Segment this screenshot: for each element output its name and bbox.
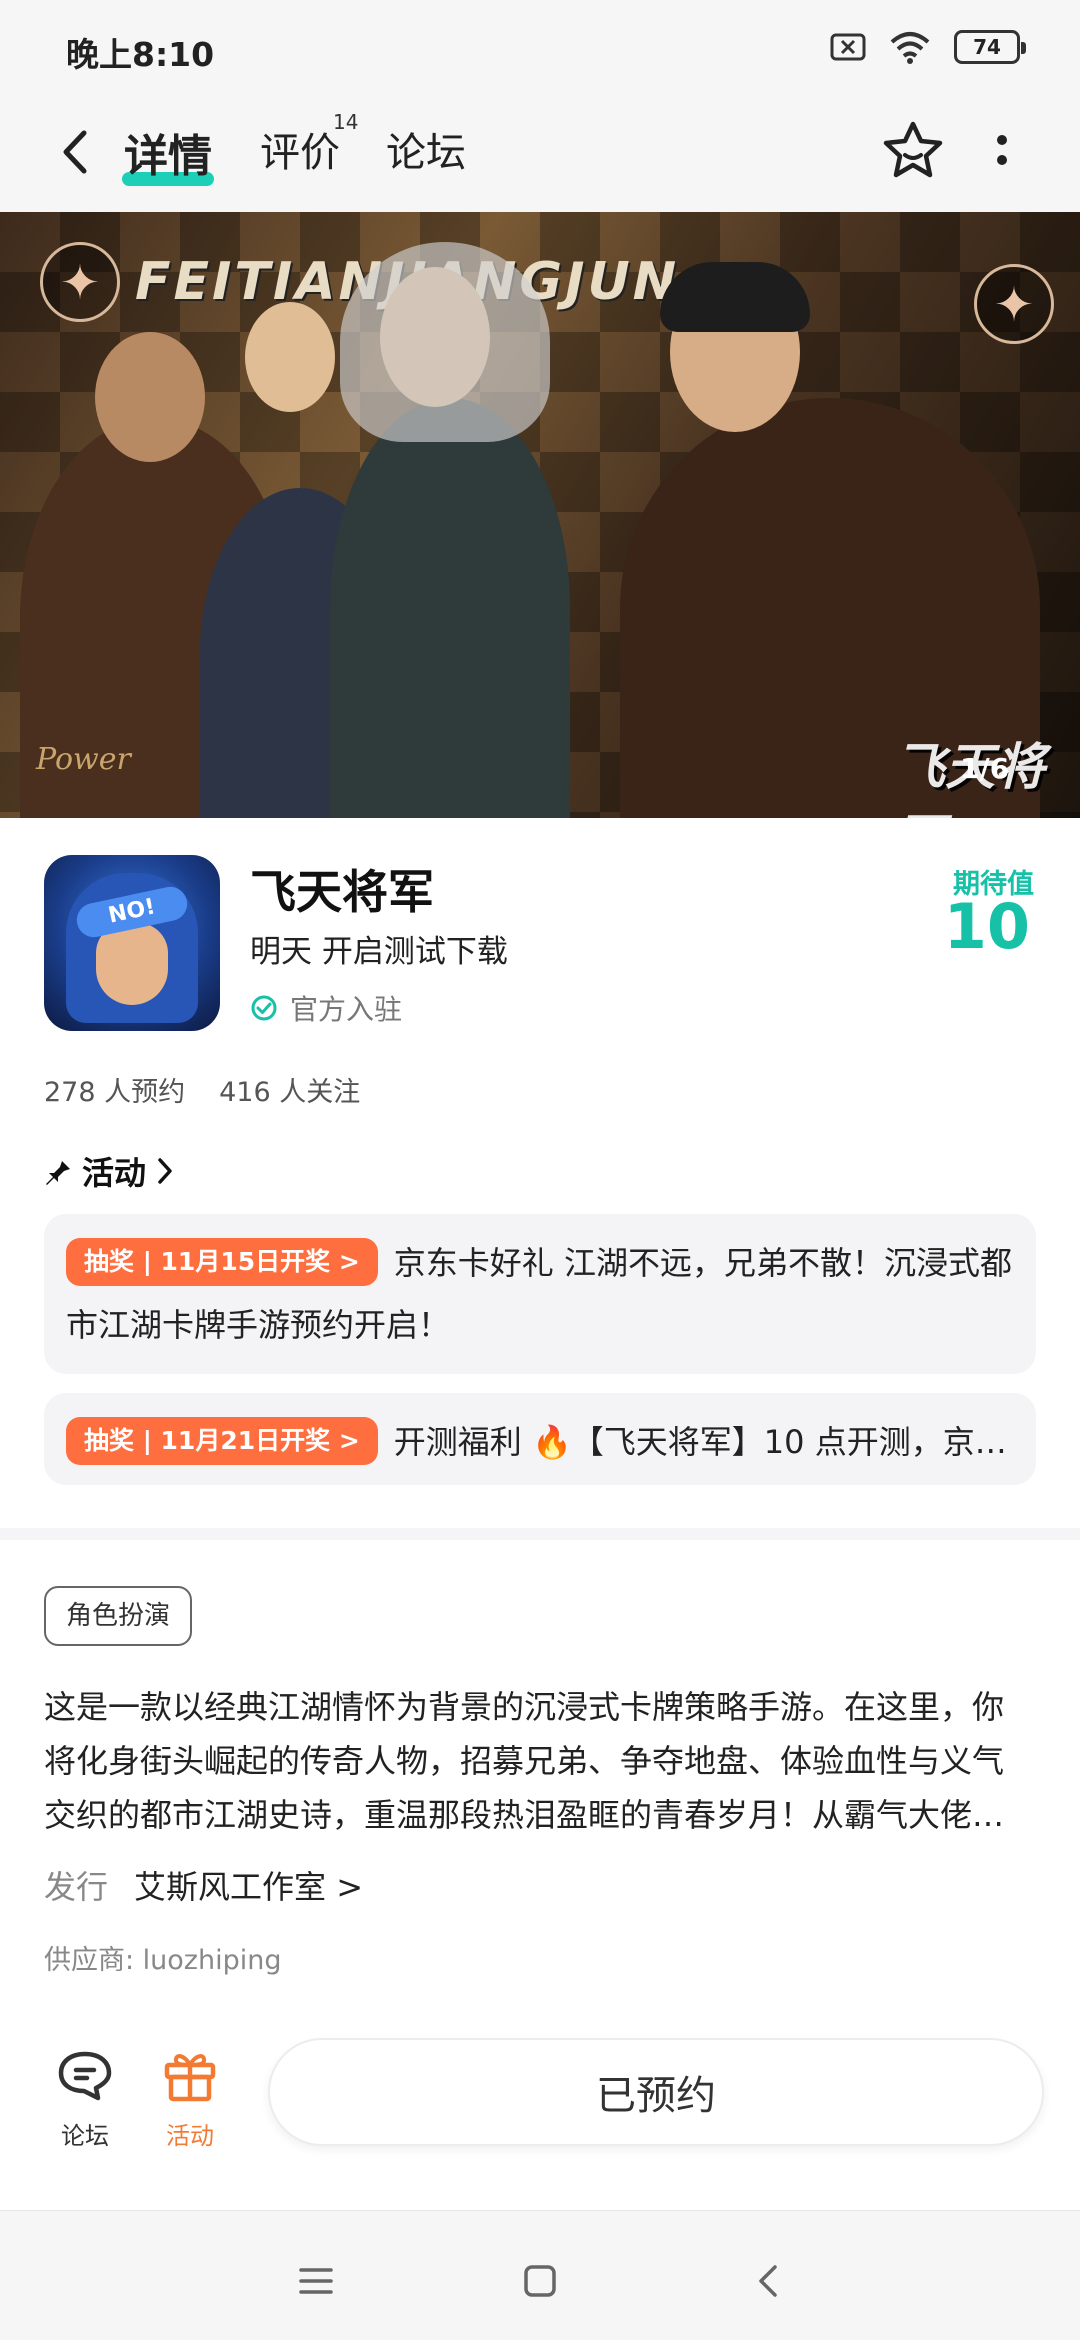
character-head	[245, 302, 335, 412]
activities-header[interactable]: 活动	[44, 1148, 174, 1194]
system-nav-bar	[0, 2210, 1080, 2340]
game-stats: 278 人预约 416 人关注	[44, 1070, 360, 1109]
activities-title: 活动	[82, 1154, 147, 1192]
tab-forum[interactable]: 论坛	[386, 120, 466, 178]
top-nav: 详情 评价 14 论坛	[0, 92, 1080, 212]
publisher-name: 艾斯风工作室 >	[134, 1868, 364, 1906]
back-triangle-icon	[759, 2265, 777, 2297]
publisher-row[interactable]: 发行 艾斯风工作室 >	[44, 1862, 363, 1908]
gift-icon	[164, 2054, 216, 2102]
chevron-left-icon	[63, 130, 87, 174]
verified-label: 官方入驻	[290, 993, 403, 1026]
pin-icon	[46, 1158, 70, 1185]
wifi-icon	[890, 32, 930, 64]
more-dot-icon	[997, 135, 1007, 145]
status-icons: 74	[830, 30, 1026, 64]
status-time: 晚上8:10	[66, 35, 215, 74]
expectation-value: 10	[943, 890, 1030, 963]
review-count-badge: 14	[333, 110, 359, 134]
character-hair	[340, 242, 550, 442]
activity-card[interactable]: 抽奖 | 11月15日开奖 > 京东卡好礼 江湖不远，兄弟不散！沉浸式都市江湖卡牌…	[44, 1214, 1036, 1374]
reservation-count: 278 人预约	[44, 1077, 186, 1108]
compass-emblem-icon	[974, 264, 1054, 344]
compass-emblem-icon	[40, 242, 120, 322]
bottom-activity-button[interactable]: 活动	[145, 2040, 235, 2151]
game-title: 飞天将军	[250, 865, 434, 919]
character-hair	[660, 262, 810, 332]
menu-icon	[299, 2268, 333, 2294]
bottom-forum-label: 论坛	[61, 2122, 109, 2150]
character-figure	[330, 398, 570, 818]
game-release-info: 明天 开启测试下载	[250, 934, 508, 970]
tab-reviews[interactable]: 评价	[260, 120, 340, 178]
chat-bubble-icon	[58, 2051, 112, 2101]
check-circle-icon	[251, 995, 277, 1021]
bottom-forum-button[interactable]: 论坛	[40, 2040, 130, 2151]
official-verified: 官方入驻	[250, 988, 402, 1028]
supplier-info: 供应商: luozhiping	[44, 1945, 282, 1976]
genre-tag[interactable]: 角色扮演	[44, 1586, 193, 1646]
publisher-label: 发行	[44, 1868, 109, 1906]
reserved-button[interactable]: 已预约	[268, 2038, 1044, 2146]
banner-power-text: Power	[36, 742, 131, 777]
battery-icon: 74	[954, 30, 1026, 64]
bottom-action-bar: 论坛 活动 已预约	[0, 2020, 1080, 2210]
game-app-icon: NO!	[44, 855, 220, 1031]
back-button[interactable]	[50, 117, 100, 187]
chevron-right-icon	[158, 1158, 172, 1184]
icon-face	[96, 923, 168, 1005]
banner-page-counter: 1/6	[960, 752, 1010, 785]
sim-error-icon	[830, 33, 866, 61]
bottom-activity-label: 活动	[166, 2122, 214, 2150]
follower-count: 416 人关注	[219, 1077, 361, 1108]
favorite-button[interactable]	[878, 112, 948, 188]
lottery-tag: 抽奖 | 11月15日开奖 >	[66, 1238, 378, 1286]
home-square-icon	[524, 2265, 556, 2297]
game-description[interactable]: 这是一款以经典江湖情怀为背景的沉浸式卡牌策略手游。在这里，你将化身街头崛起的传奇…	[44, 1680, 1034, 1842]
character-head	[95, 332, 205, 462]
banner-carousel[interactable]: FEITIANJIANGJUN Power 飞天将军 1/6	[0, 212, 1080, 818]
status-bar: 晚上8:10 74	[0, 0, 1080, 92]
activity-text: 开测福利 🔥【飞天将军】10 点开测，京东卡、兑换码等你来！	[393, 1423, 1036, 1461]
battery-level: 74	[973, 35, 1001, 59]
lottery-tag: 抽奖 | 11月21日开奖 >	[66, 1417, 378, 1465]
system-back-button[interactable]	[738, 2251, 798, 2311]
system-home-button[interactable]	[510, 2251, 570, 2311]
system-menu-button[interactable]	[286, 2251, 346, 2311]
section-divider	[0, 1528, 1080, 1540]
more-options-button[interactable]	[980, 112, 1024, 188]
more-dot-icon	[997, 155, 1007, 165]
activity-card[interactable]: 抽奖 | 11月21日开奖 > 开测福利 🔥【飞天将军】10 点开测，京东卡、兑换…	[44, 1393, 1036, 1485]
star-icon	[883, 121, 943, 178]
tab-details[interactable]: 详情	[124, 120, 212, 184]
